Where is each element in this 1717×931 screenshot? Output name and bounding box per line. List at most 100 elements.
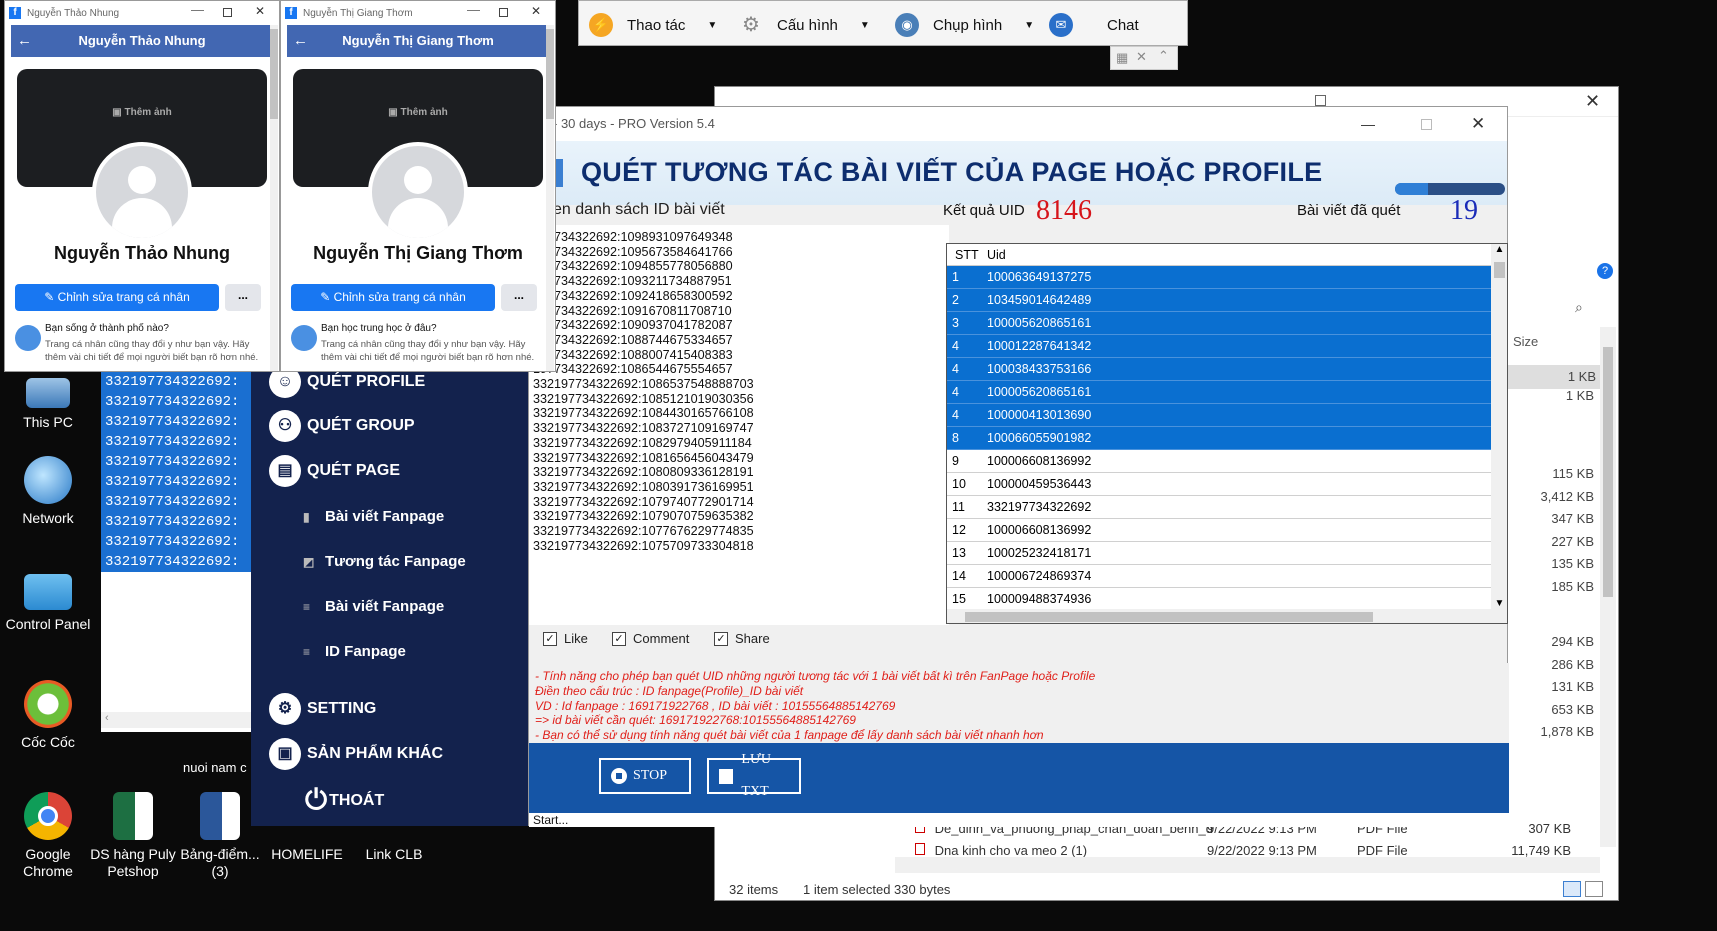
close-icon[interactable]: ✕ [1585, 91, 1600, 112]
desktop-icon-coccoc[interactable]: Cốc Cốc [0, 680, 96, 751]
menu-quet-page[interactable]: ▤ QUÉT PAGE [269, 455, 400, 487]
avatar[interactable] [92, 142, 192, 242]
fb-scrollbar[interactable] [546, 25, 554, 371]
collapse-icon[interactable]: ✕ [1136, 49, 1147, 65]
grid-hscrollbar[interactable] [947, 609, 1507, 623]
table-row[interactable]: 12 100006608136992 [947, 519, 1491, 542]
save-txt-button[interactable]: LƯU TXT [707, 752, 801, 799]
comment-checkbox[interactable]: ✓ Comment [612, 631, 689, 646]
table-row[interactable]: 8 100066055901982 [947, 427, 1491, 450]
menu-quet-group[interactable]: ⚇ QUÉT GROUP [269, 410, 415, 442]
explorer-vscrollbar[interactable] [1600, 327, 1616, 847]
id-list-line[interactable]: 332197734322692: [101, 432, 251, 452]
close-icon[interactable]: ✕ [255, 4, 265, 18]
id-list[interactable]: 332197734322692: 332197734322692: 33219773… [101, 372, 251, 572]
fb-cover-photo[interactable]: ▣ Thêm ảnh [293, 69, 543, 242]
table-row[interactable]: 4 100000413013690 [947, 404, 1491, 427]
cell-uid: 100063649137275 [987, 270, 1092, 284]
table-row[interactable]: 4 100005620865161 [947, 381, 1491, 404]
table-row[interactable]: 15 100009488374936 [947, 588, 1491, 611]
table-row[interactable]: 10 100000459536443 [947, 473, 1491, 496]
close-icon[interactable]: ✕ [531, 4, 541, 18]
id-list-line[interactable]: 332197734322692: [101, 372, 251, 392]
help-icon[interactable]: ? [1597, 263, 1613, 279]
top-toolbar: ⚡ Thao tác ▼ ⚙ Cấu hình ▼ ◉ Chụp hình ▼ … [578, 0, 1188, 46]
back-arrow-icon[interactable]: ← [293, 25, 308, 57]
id-list-line[interactable]: 332197734322692: [101, 512, 251, 532]
desktop-icon-chrome[interactable]: Google Chrome [0, 792, 96, 880]
menu-thoat[interactable]: ⏻ THOÁT [305, 784, 384, 817]
more-options-button[interactable]: ... [501, 284, 537, 311]
fb-question[interactable]: Bạn sống ở thành phố nào? Trang cá nhân … [45, 323, 271, 364]
toolbar-chup-hinh[interactable]: ◉ Chụp hình ▼ [895, 13, 1034, 37]
desktop-icon-control-panel[interactable]: Control Panel [0, 568, 96, 633]
table-row[interactable]: 4 100012287641342 [947, 335, 1491, 358]
table-row[interactable]: 11 332197734322692 [947, 496, 1491, 519]
table-row[interactable]: 9 100006608136992 [947, 450, 1491, 473]
edit-profile-button[interactable]: ✎ Chỉnh sửa trang cá nhân [291, 284, 495, 311]
toolbar-chat[interactable]: ✉ Chat [1049, 13, 1139, 37]
id-list-line[interactable]: 332197734322692: [101, 412, 251, 432]
minimize-icon[interactable]: — [1361, 107, 1375, 141]
like-checkbox[interactable]: ✓ Like [543, 631, 588, 646]
grid-icon[interactable]: ▦ [1116, 50, 1128, 66]
maximize-icon[interactable] [499, 8, 508, 17]
tiles-view-icon[interactable] [1585, 881, 1603, 897]
minimize-icon[interactable]: — [467, 2, 480, 17]
edit-profile-button[interactable]: ✎ Chỉnh sửa trang cá nhân [15, 284, 219, 311]
chevron-up-icon[interactable]: ⌃ [1158, 48, 1169, 64]
fb-cover-photo[interactable]: ▣ Thêm ảnh [17, 69, 267, 242]
id-list-line[interactable]: 332197734322692: [101, 452, 251, 472]
table-row[interactable]: 14 100006724869374 [947, 565, 1491, 588]
id-list-line[interactable]: 332197734322692: [101, 472, 251, 492]
stop-button[interactable]: STOP [599, 758, 691, 794]
id-list-line[interactable]: 332197734322692: [101, 532, 251, 552]
chevron-down-icon[interactable]: ▼ [1024, 20, 1034, 31]
post-id-textarea[interactable]: 197734322692:1098931097649348 19773432269… [529, 225, 949, 625]
more-options-button[interactable]: ... [225, 284, 261, 311]
desktop-icon-ds-hang[interactable]: DS hàng Puly Petshop [85, 792, 181, 880]
grid-vscrollbar[interactable]: ▲ ▼ [1491, 244, 1507, 609]
fb-question[interactable]: Bạn học trung học ở đâu? Trang cá nhân c… [321, 323, 547, 364]
maximize-icon[interactable] [1315, 95, 1326, 106]
minimize-icon[interactable]: — [191, 2, 204, 17]
menu-tuong-tac-fanpage[interactable]: ◩ Tương tác Fanpage [303, 553, 466, 570]
maximize-icon[interactable] [1421, 119, 1432, 130]
chevron-down-icon[interactable]: ▼ [860, 20, 870, 31]
file-size: 286 KB [1551, 657, 1594, 672]
id-list-line[interactable]: 332197734322692: [101, 552, 251, 572]
table-row[interactable]: 3 100005620865161 [947, 312, 1491, 335]
table-row[interactable]: 13 100025232418171 [947, 542, 1491, 565]
results-header: Kết quả UID 8146 Bài viết đã quét 19 [931, 195, 1509, 226]
table-row[interactable]: 4 100038433753166 [947, 358, 1491, 381]
close-icon[interactable]: ✕ [1471, 107, 1485, 141]
avatar[interactable] [368, 142, 468, 242]
table-row[interactable]: 2 103459014642489 [947, 289, 1491, 312]
maximize-icon[interactable] [223, 8, 232, 17]
toolbar-cau-hinh[interactable]: ⚙ Cấu hình ▼ [739, 13, 870, 37]
fb-scrollbar[interactable] [270, 25, 278, 371]
share-checkbox[interactable]: ✓ Share [714, 631, 770, 646]
uid-results-grid[interactable]: STT Uid 1 100063649137275 2 103459014642489… [946, 243, 1508, 624]
toolbar-thao-tac[interactable]: ⚡ Thao tác ▼ [589, 13, 717, 37]
explorer-hscrollbar[interactable] [895, 857, 1600, 873]
details-view-icon[interactable] [1563, 881, 1581, 897]
chevron-down-icon[interactable]: ▼ [707, 20, 717, 31]
menu-bai-viet-fanpage[interactable]: ▮ Bài viết Fanpage [303, 508, 444, 525]
id-list-hscrollbar[interactable]: ‹ [101, 712, 251, 728]
id-list-line[interactable]: 332197734322692: [101, 492, 251, 512]
menu-setting[interactable]: ⚙ SETTING [269, 693, 376, 725]
menu-san-pham-khac[interactable]: ▣ SẢN PHẨM KHÁC [269, 738, 443, 770]
column-header-stt[interactable]: STT [955, 244, 979, 266]
explorer-search-icon[interactable]: ⌕ [1575, 299, 1583, 316]
id-list-line[interactable]: 332197734322692: [101, 392, 251, 412]
desktop-icon-network[interactable]: Network [0, 456, 96, 527]
menu-bai-viet-fanpage-2[interactable]: ≡ Bài viết Fanpage [303, 598, 444, 615]
menu-id-fanpage[interactable]: ≡ ID Fanpage [303, 643, 406, 660]
explorer-file-row[interactable]: 1 KB [1505, 365, 1600, 389]
column-header-uid[interactable]: Uid [987, 244, 1006, 266]
table-row[interactable]: 1 100063649137275 [947, 266, 1491, 289]
explorer-size-header[interactable]: Size [1513, 334, 1538, 349]
back-arrow-icon[interactable]: ← [17, 25, 32, 57]
desktop-icon-label: HOMELIFE [271, 846, 343, 862]
